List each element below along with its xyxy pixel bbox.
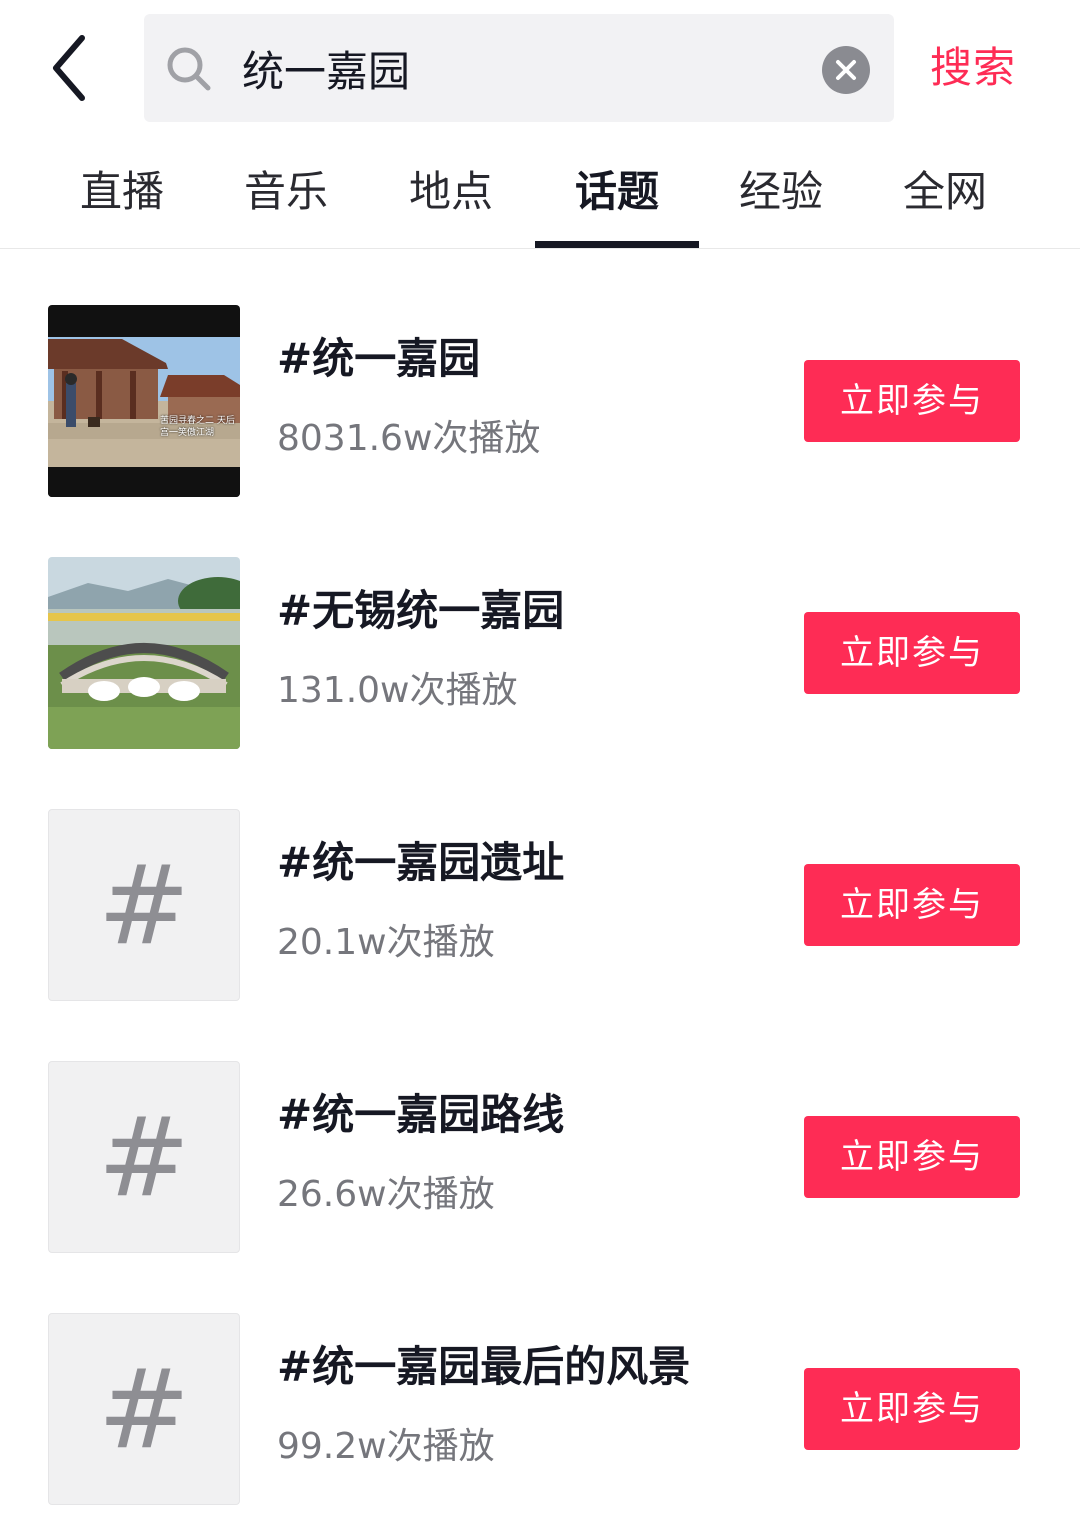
top-bar: 搜索 <box>0 0 1080 136</box>
topic-row[interactable]: # #统一嘉园最后的风景 99.2w次播放 立即参与 <box>0 1257 1080 1509</box>
topic-title: #统一嘉园路线 <box>277 1090 565 1139</box>
topic-title: #统一嘉园最后的风景 <box>277 1342 691 1391</box>
tab-experience[interactable]: 经验 <box>699 164 863 220</box>
close-icon <box>836 60 856 80</box>
join-topic-button[interactable]: 立即参与 <box>804 1116 1020 1198</box>
active-tab-indicator <box>535 241 699 248</box>
topic-row[interactable]: #无锡统一嘉园 131.0w次播放 立即参与 <box>0 501 1080 753</box>
search-input[interactable] <box>242 32 802 104</box>
topic-row[interactable]: 苦园寻春之二 天后宫一笑傲江湖 #统一嘉园 8031.6w次播放 立即参与 <box>0 249 1080 501</box>
back-button[interactable] <box>40 30 104 106</box>
clear-search-button[interactable] <box>822 46 870 94</box>
topic-thumbnail-placeholder: # <box>48 809 240 1001</box>
search-submit-button[interactable]: 搜索 <box>930 38 1016 98</box>
hashtag-icon: # <box>97 841 191 969</box>
topic-thumbnail: 苦园寻春之二 天后宫一笑傲江湖 <box>48 305 240 497</box>
video-thumbnail-bridge <box>48 557 240 749</box>
video-thumbnail-pavilion <box>48 305 240 497</box>
join-topic-button[interactable]: 立即参与 <box>804 360 1020 442</box>
topic-row[interactable]: # #统一嘉园遗址 20.1w次播放 立即参与 <box>0 753 1080 1005</box>
category-tabs: 直播 音乐 地点 话题 经验 全网 <box>0 136 1080 249</box>
join-topic-button[interactable]: 立即参与 <box>804 1368 1020 1450</box>
topic-views: 20.1w次播放 <box>277 922 495 963</box>
tab-topics[interactable]: 话题 <box>535 164 699 220</box>
topic-views: 131.0w次播放 <box>277 670 518 711</box>
topic-thumbnail <box>48 557 240 749</box>
tab-all-web[interactable]: 全网 <box>863 164 1027 220</box>
join-topic-button[interactable]: 立即参与 <box>804 864 1020 946</box>
search-icon <box>167 47 211 91</box>
topic-row[interactable]: # #统一嘉园路线 26.6w次播放 立即参与 <box>0 1005 1080 1257</box>
hashtag-icon: # <box>97 1093 191 1221</box>
topic-title: #统一嘉园遗址 <box>277 838 565 887</box>
hashtag-icon: # <box>97 1345 191 1473</box>
topic-views: 8031.6w次播放 <box>277 418 541 459</box>
topic-views: 26.6w次播放 <box>277 1174 495 1215</box>
topic-title: #无锡统一嘉园 <box>277 586 565 635</box>
tab-live[interactable]: 直播 <box>40 164 204 220</box>
topic-thumbnail-placeholder: # <box>48 1061 240 1253</box>
thumbnail-caption: 苦园寻春之二 天后宫一笑傲江湖 <box>160 416 235 438</box>
topic-views: 99.2w次播放 <box>277 1426 495 1467</box>
topic-thumbnail-placeholder: # <box>48 1313 240 1505</box>
tab-music[interactable]: 音乐 <box>204 164 368 220</box>
tab-location[interactable]: 地点 <box>369 164 533 220</box>
search-box[interactable] <box>144 14 894 122</box>
chevron-left-icon <box>53 35 85 101</box>
join-topic-button[interactable]: 立即参与 <box>804 612 1020 694</box>
topic-title: #统一嘉园 <box>277 334 481 383</box>
